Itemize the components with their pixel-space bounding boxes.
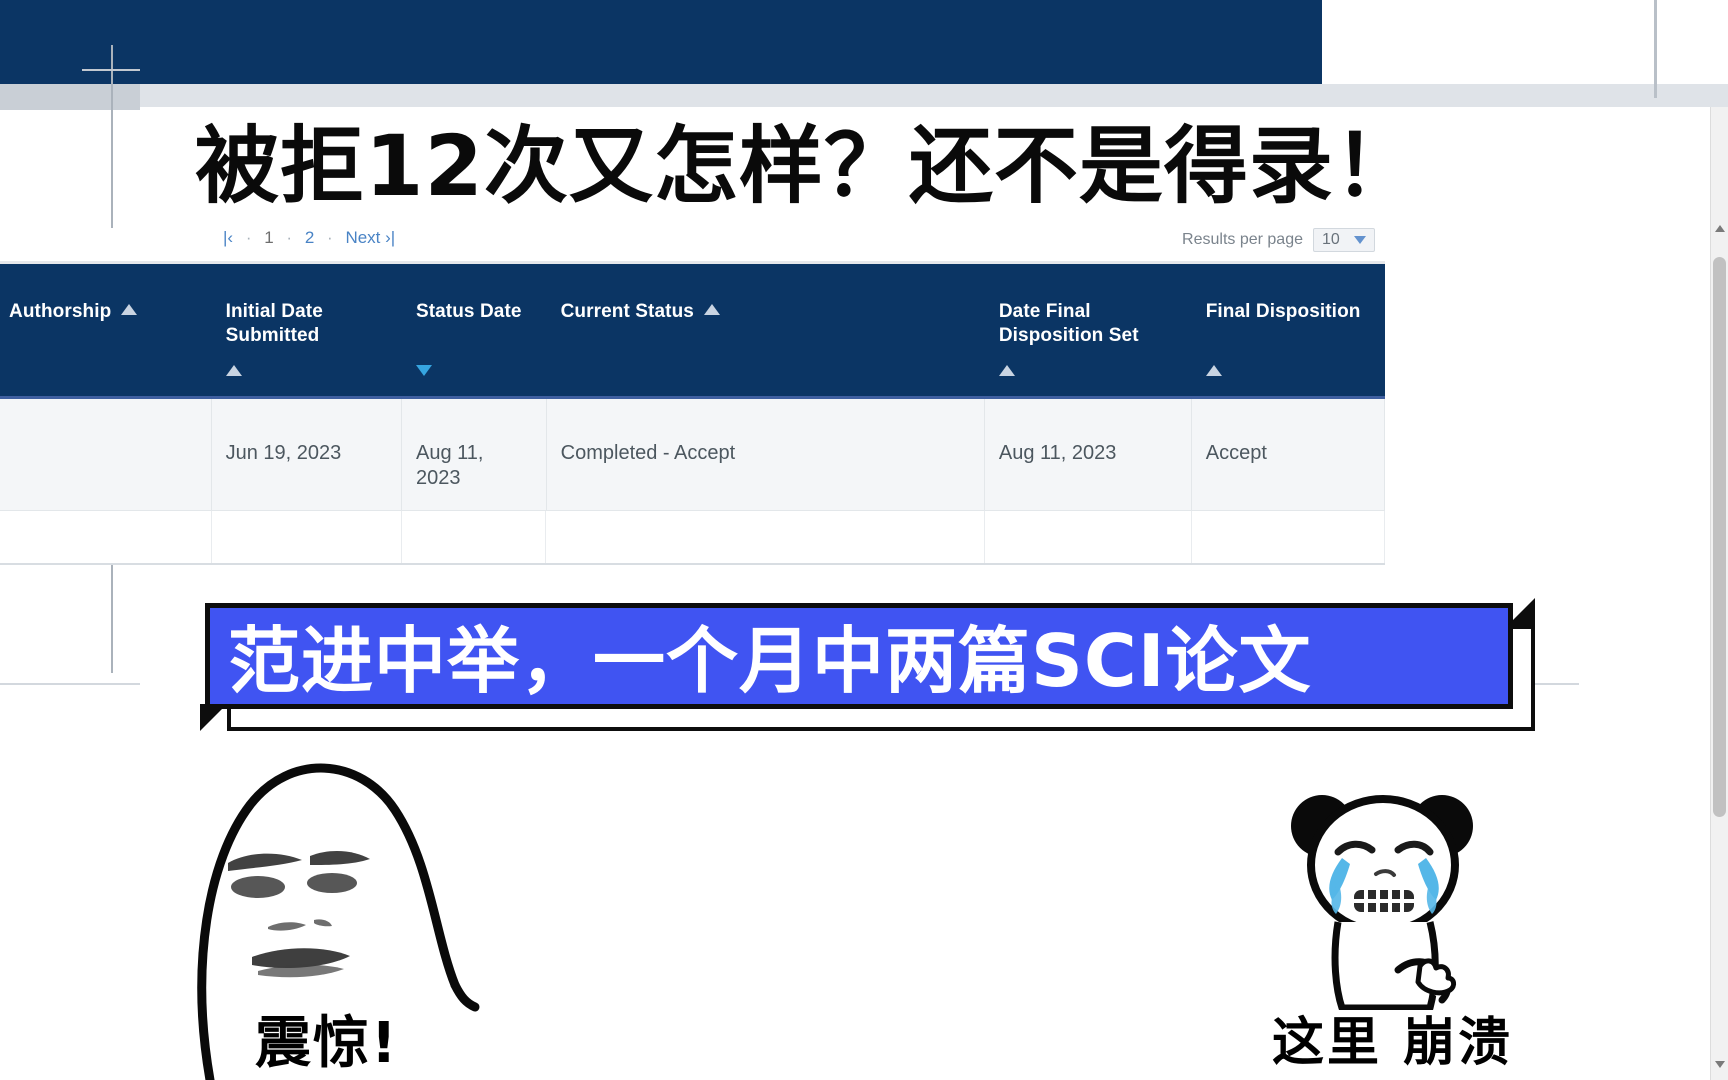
cell-current-status: Completed - Accept	[547, 399, 985, 510]
annotation-banner-bevel-top-right	[1508, 598, 1535, 625]
cell-date-final-disposition-set: Aug 11, 2023	[985, 399, 1192, 510]
cell-status-date: Aug 11, 2023	[402, 399, 547, 510]
sort-ascending-icon[interactable]	[998, 365, 1015, 376]
results-per-page-value: 10	[1322, 231, 1340, 248]
results-per-page-label: Results per page	[1182, 231, 1303, 248]
scroll-down-arrow-icon[interactable]	[1715, 1061, 1725, 1068]
chevron-down-icon	[1353, 236, 1366, 244]
right-gutter-strip	[1322, 84, 1728, 107]
column-header-status-date[interactable]: Status Date	[402, 264, 547, 396]
shock-label: 震惊!	[255, 1011, 399, 1076]
column-header-initial-date-submitted-label: Initial Date Submitted	[225, 301, 323, 346]
panda-label: 这里 崩溃	[1272, 1013, 1514, 1073]
spacer-cell	[1192, 511, 1385, 563]
screenshot-canvas: 被拒12次又怎样？还不是得录！ |‹ · 1 · 2 · Next ›| Res…	[0, 0, 1728, 1080]
pagination-prev[interactable]: |‹	[223, 228, 233, 247]
table-row[interactable]: Jun 19, 2023 Aug 11, 2023 Completed - Ac…	[0, 399, 1386, 511]
submissions-table: |‹ · 1 · 2 · Next ›| Results per page 10…	[0, 228, 1386, 565]
table-row-spacer	[0, 511, 1385, 565]
vertical-scrollbar[interactable]	[1710, 107, 1728, 1080]
results-per-page: Results per page 10	[1182, 228, 1375, 252]
pagination-sep-2: ·	[286, 228, 293, 247]
sort-ascending-icon[interactable]	[121, 304, 138, 315]
pagination-next[interactable]: Next ›|	[345, 228, 395, 247]
pagination-sep-3: ·	[327, 228, 333, 247]
page-title: 被拒12次又怎样？还不是得录！	[195, 117, 1419, 215]
column-header-status-date-label: Status Date	[415, 301, 522, 322]
column-header-current-status-label: Current Status	[560, 301, 694, 322]
annotation-banner-bevel-bottom-left	[200, 704, 227, 731]
column-header-authorship[interactable]: Authorship	[0, 264, 212, 396]
spacer-cell	[0, 511, 212, 563]
annotation-banner-face: 范进中举，一个月中两篇SCI论文	[205, 603, 1513, 709]
annotation-banner: 范进中举，一个月中两篇SCI论文	[200, 598, 1535, 731]
cell-initial-date-submitted: Jun 19, 2023	[212, 399, 402, 510]
ruler-horizontal-tick	[82, 69, 140, 71]
spacer-cell	[402, 511, 547, 563]
column-header-current-status[interactable]: Current Status	[547, 264, 985, 396]
sort-ascending-icon[interactable]	[225, 365, 242, 376]
results-per-page-select[interactable]: 10	[1313, 228, 1375, 252]
column-header-date-final-disposition-set[interactable]: Date Final Disposition Set	[985, 264, 1192, 396]
pagination-sep-1: ·	[245, 228, 252, 247]
column-header-authorship-label: Authorship	[9, 301, 112, 322]
right-edge-bar	[1654, 0, 1657, 98]
spacer-cell	[985, 511, 1192, 563]
scrollbar-thumb[interactable]	[1713, 257, 1726, 817]
left-rail	[0, 84, 140, 110]
pagination-page-2[interactable]: 2	[305, 228, 314, 247]
table-toolbar: |‹ · 1 · 2 · Next ›| Results per page 10	[0, 228, 1385, 264]
sort-descending-icon[interactable]	[415, 365, 432, 376]
browser-top-bar	[0, 0, 1322, 84]
table-header-row: Authorship Initial Date Submitted Status…	[0, 264, 1385, 399]
scroll-up-arrow-icon[interactable]	[1715, 225, 1725, 232]
cell-final-disposition: Accept	[1192, 399, 1386, 510]
sort-ascending-icon[interactable]	[1205, 365, 1222, 376]
sort-ascending-icon[interactable]	[703, 304, 720, 315]
document-strip	[0, 84, 1322, 107]
pagination[interactable]: |‹ · 1 · 2 · Next ›|	[223, 228, 395, 248]
column-header-final-disposition-label: Final Disposition	[1205, 301, 1361, 322]
spacer-cell	[212, 511, 402, 563]
pagination-page-1[interactable]: 1	[264, 228, 273, 247]
column-header-final-disposition[interactable]: Final Disposition	[1192, 264, 1385, 396]
crying-panda-meme-icon	[1280, 790, 1490, 1010]
column-header-initial-date-submitted[interactable]: Initial Date Submitted	[212, 264, 402, 396]
spacer-cell	[546, 511, 986, 563]
column-header-date-final-disposition-set-label: Date Final Disposition Set	[998, 301, 1139, 346]
page-divider-left	[0, 683, 140, 685]
annotation-banner-text: 范进中举，一个月中两篇SCI论文	[228, 619, 1312, 703]
cell-authorship	[0, 399, 212, 510]
